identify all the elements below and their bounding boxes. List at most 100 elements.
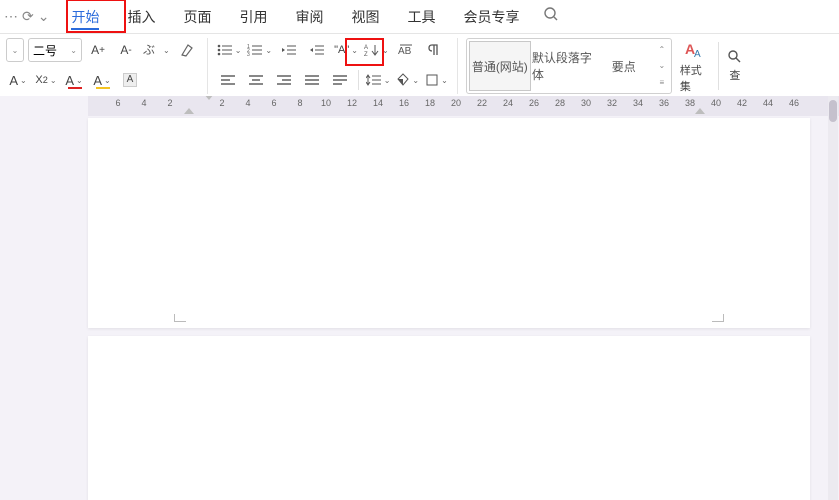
tab-member[interactable]: 会员专享	[449, 0, 533, 33]
ruler-tick: 36	[654, 98, 674, 108]
font-name-dropdown[interactable]: ⌄	[6, 38, 24, 62]
ribbon-toolbar: ⌄ 二号 ⌄ A+ A- ぶ⌄ A⌄ X2⌄ A⌄ A⌄ A	[0, 34, 839, 101]
svg-text:ぶ: ぶ	[143, 43, 155, 57]
superscript-button[interactable]: X2⌄	[34, 68, 58, 92]
ruler-tick: 30	[576, 98, 596, 108]
font-size-value: 二号	[33, 42, 57, 59]
svg-text:AB: AB	[398, 46, 412, 57]
svg-text:3: 3	[247, 52, 250, 57]
ruler-tick: 28	[550, 98, 570, 108]
ruler-tick: 14	[368, 98, 388, 108]
redo-icon[interactable]: ⟳	[22, 8, 34, 25]
tab-review[interactable]: 审阅	[281, 0, 337, 33]
style-default-paragraph[interactable]: 默认段落字体	[531, 41, 593, 91]
ruler-tick: 20	[446, 98, 466, 108]
align-left-button[interactable]	[216, 68, 240, 92]
ruler-tick: 42	[732, 98, 752, 108]
quick-access: ⋯ ⟳ ⌄	[4, 8, 57, 25]
ruler-tick: 38	[680, 98, 700, 108]
highlight-button[interactable]: A⌄	[90, 68, 114, 92]
group-paragraph: ⌄ 123⌄ "A"⌄ AZ⌄ AB	[216, 38, 458, 94]
ruler-tick: 4	[238, 98, 258, 108]
sort-button[interactable]: AZ⌄	[363, 38, 390, 62]
bullets-button[interactable]: ⌄	[216, 38, 243, 62]
group-font: ⌄ 二号 ⌄ A+ A- ぶ⌄ A⌄ X2⌄ A⌄ A⌄ A	[6, 38, 208, 94]
ruler-tick: 46	[784, 98, 804, 108]
page-margin-mark	[174, 314, 186, 322]
search-icon[interactable]	[543, 6, 559, 27]
left-indent-marker[interactable]	[184, 108, 194, 114]
align-distribute-button[interactable]	[328, 68, 352, 92]
ruler-tick: 8	[290, 98, 310, 108]
ruler-tick: 6	[264, 98, 284, 108]
scrollbar-thumb[interactable]	[829, 100, 837, 122]
chevron-up-icon[interactable]: ⌃	[658, 45, 665, 54]
find-icon	[727, 49, 743, 65]
page-margin-mark	[712, 314, 724, 322]
tab-view[interactable]: 视图	[337, 0, 393, 33]
align-right-button[interactable]	[272, 68, 296, 92]
char-shading-button[interactable]: A	[118, 68, 142, 92]
ruler-tick: 2	[212, 98, 232, 108]
document-workspace: 6422468101214161820222426283032343638404…	[0, 96, 839, 500]
indent-button[interactable]	[305, 38, 329, 62]
ruler-tick: 2	[160, 98, 180, 108]
style-gallery-scroll[interactable]: ⌃ ⌄ ≡	[655, 41, 669, 91]
grow-font-button[interactable]: A+	[86, 38, 110, 62]
menu-bar: ⋯ ⟳ ⌄ 开始 插入 页面 引用 审阅 视图 工具 会员专享	[0, 0, 839, 34]
tab-reference[interactable]: 引用	[225, 0, 281, 33]
document-page-1[interactable]	[88, 118, 810, 328]
ruler-tick: 6	[108, 98, 128, 108]
tab-page[interactable]: 页面	[169, 0, 225, 33]
align-center-button[interactable]	[244, 68, 268, 92]
ruler-tick: 32	[602, 98, 622, 108]
font-effect-button[interactable]: A⌄	[6, 68, 30, 92]
more-icon[interactable]: ⋯	[4, 8, 18, 25]
find-button[interactable]: 查	[725, 38, 745, 94]
style-gallery[interactable]: 普通(网站) 默认段落字体 要点 ⌃ ⌄ ≡	[466, 38, 672, 94]
ruler-tick: 4	[134, 98, 154, 108]
right-indent-marker[interactable]	[695, 108, 705, 114]
clear-format-button[interactable]	[175, 38, 199, 62]
ruler-tick: 18	[420, 98, 440, 108]
ruler-tick: 34	[628, 98, 648, 108]
outdent-button[interactable]	[277, 38, 301, 62]
svg-text:Z: Z	[364, 52, 368, 57]
ruler-tick: 40	[706, 98, 726, 108]
tab-insert[interactable]: 插入	[113, 0, 169, 33]
vertical-scrollbar[interactable]	[828, 96, 838, 500]
ruler-tick: 10	[316, 98, 336, 108]
svg-text:A: A	[364, 45, 368, 51]
style-emphasis[interactable]: 要点	[593, 41, 655, 91]
style-normal[interactable]: 普通(网站)	[469, 41, 531, 91]
border-button[interactable]: ⌄	[424, 68, 449, 92]
shading-button[interactable]: ⌄	[395, 68, 420, 92]
horizontal-ruler[interactable]: 6422468101214161820222426283032343638404…	[88, 96, 839, 116]
menu-tabs: 开始 插入 页面 引用 审阅 视图 工具 会员专享	[57, 0, 533, 33]
change-case-button[interactable]: ぶ⌄	[142, 38, 171, 62]
numbering-button[interactable]: 123⌄	[246, 38, 273, 62]
ruler-tick: 24	[498, 98, 518, 108]
expand-icon[interactable]: ≡	[659, 78, 664, 87]
line-spacing-button[interactable]: ⌄	[365, 68, 392, 92]
ruler-tick: 26	[524, 98, 544, 108]
ruler-tick: 22	[472, 98, 492, 108]
tab-tools[interactable]: 工具	[393, 0, 449, 33]
styleset-button[interactable]: AA 样式集	[676, 38, 712, 94]
line-number-button[interactable]: AB	[394, 38, 418, 62]
document-page-2[interactable]	[88, 336, 810, 500]
qat-dropdown-icon[interactable]: ⌄	[38, 8, 50, 25]
ruler-tick: 44	[758, 98, 778, 108]
font-color-button[interactable]: A⌄	[62, 68, 86, 92]
chevron-down-icon[interactable]: ⌄	[658, 61, 665, 70]
styleset-icon: AA	[683, 38, 705, 60]
group-styles: 普通(网站) 默认段落字体 要点 ⌃ ⌄ ≡ AA 样式集 查	[466, 38, 753, 94]
text-direction-button[interactable]: "A"⌄	[333, 38, 359, 62]
ruler-tick: 16	[394, 98, 414, 108]
tab-home[interactable]: 开始	[57, 0, 113, 33]
align-justify-button[interactable]	[300, 68, 324, 92]
chevron-down-icon: ⌄	[70, 46, 77, 55]
show-marks-button[interactable]	[422, 38, 446, 62]
shrink-font-button[interactable]: A-	[114, 38, 138, 62]
font-size-select[interactable]: 二号 ⌄	[28, 38, 82, 62]
